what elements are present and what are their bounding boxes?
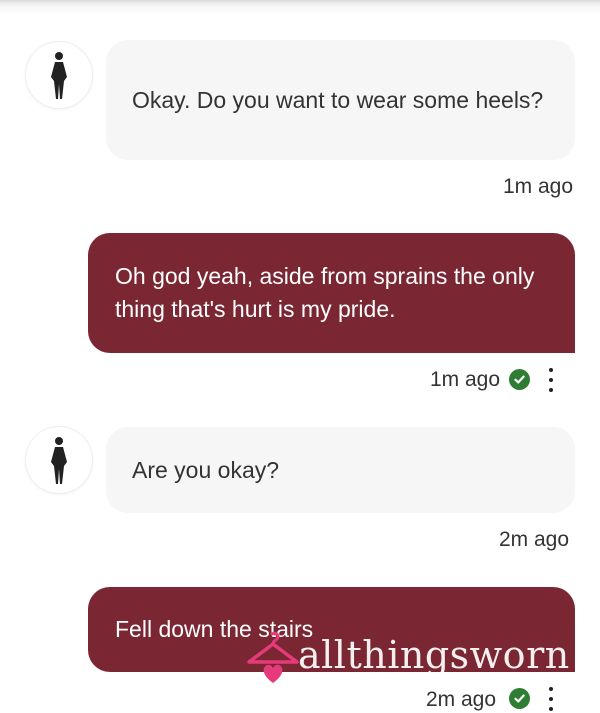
incoming-message-bubble[interactable]: Okay. Do you want to wear some heels? (106, 40, 575, 160)
person-silhouette-icon (51, 52, 67, 99)
more-vertical-icon[interactable] (545, 686, 557, 712)
message-timestamp: 1m ago (430, 368, 501, 391)
message-timestamp: 1m ago (503, 175, 574, 198)
incoming-message-bubble[interactable]: Are you okay? (106, 427, 575, 513)
avatar[interactable] (26, 427, 92, 493)
header-shadow (0, 0, 600, 14)
outgoing-message-bubble[interactable]: Oh god yeah, aside from sprains the only… (88, 233, 575, 353)
message-timestamp: 2m ago (426, 688, 497, 711)
message-text: Fell down the stairs (115, 616, 314, 642)
message-text: Are you okay? (132, 456, 280, 483)
message-timestamp: 2m ago (499, 528, 570, 551)
check-circle-icon (509, 369, 530, 390)
person-silhouette-icon (51, 437, 67, 484)
outgoing-message-bubble[interactable]: Fell down the stairs (88, 587, 575, 672)
message-text: Okay. Do you want to wear some heels? (132, 86, 544, 113)
more-vertical-icon[interactable] (545, 367, 557, 393)
avatar[interactable] (26, 42, 92, 108)
check-circle-icon (509, 688, 530, 709)
message-text: Oh god yeah, aside from sprains the only… (115, 263, 535, 322)
